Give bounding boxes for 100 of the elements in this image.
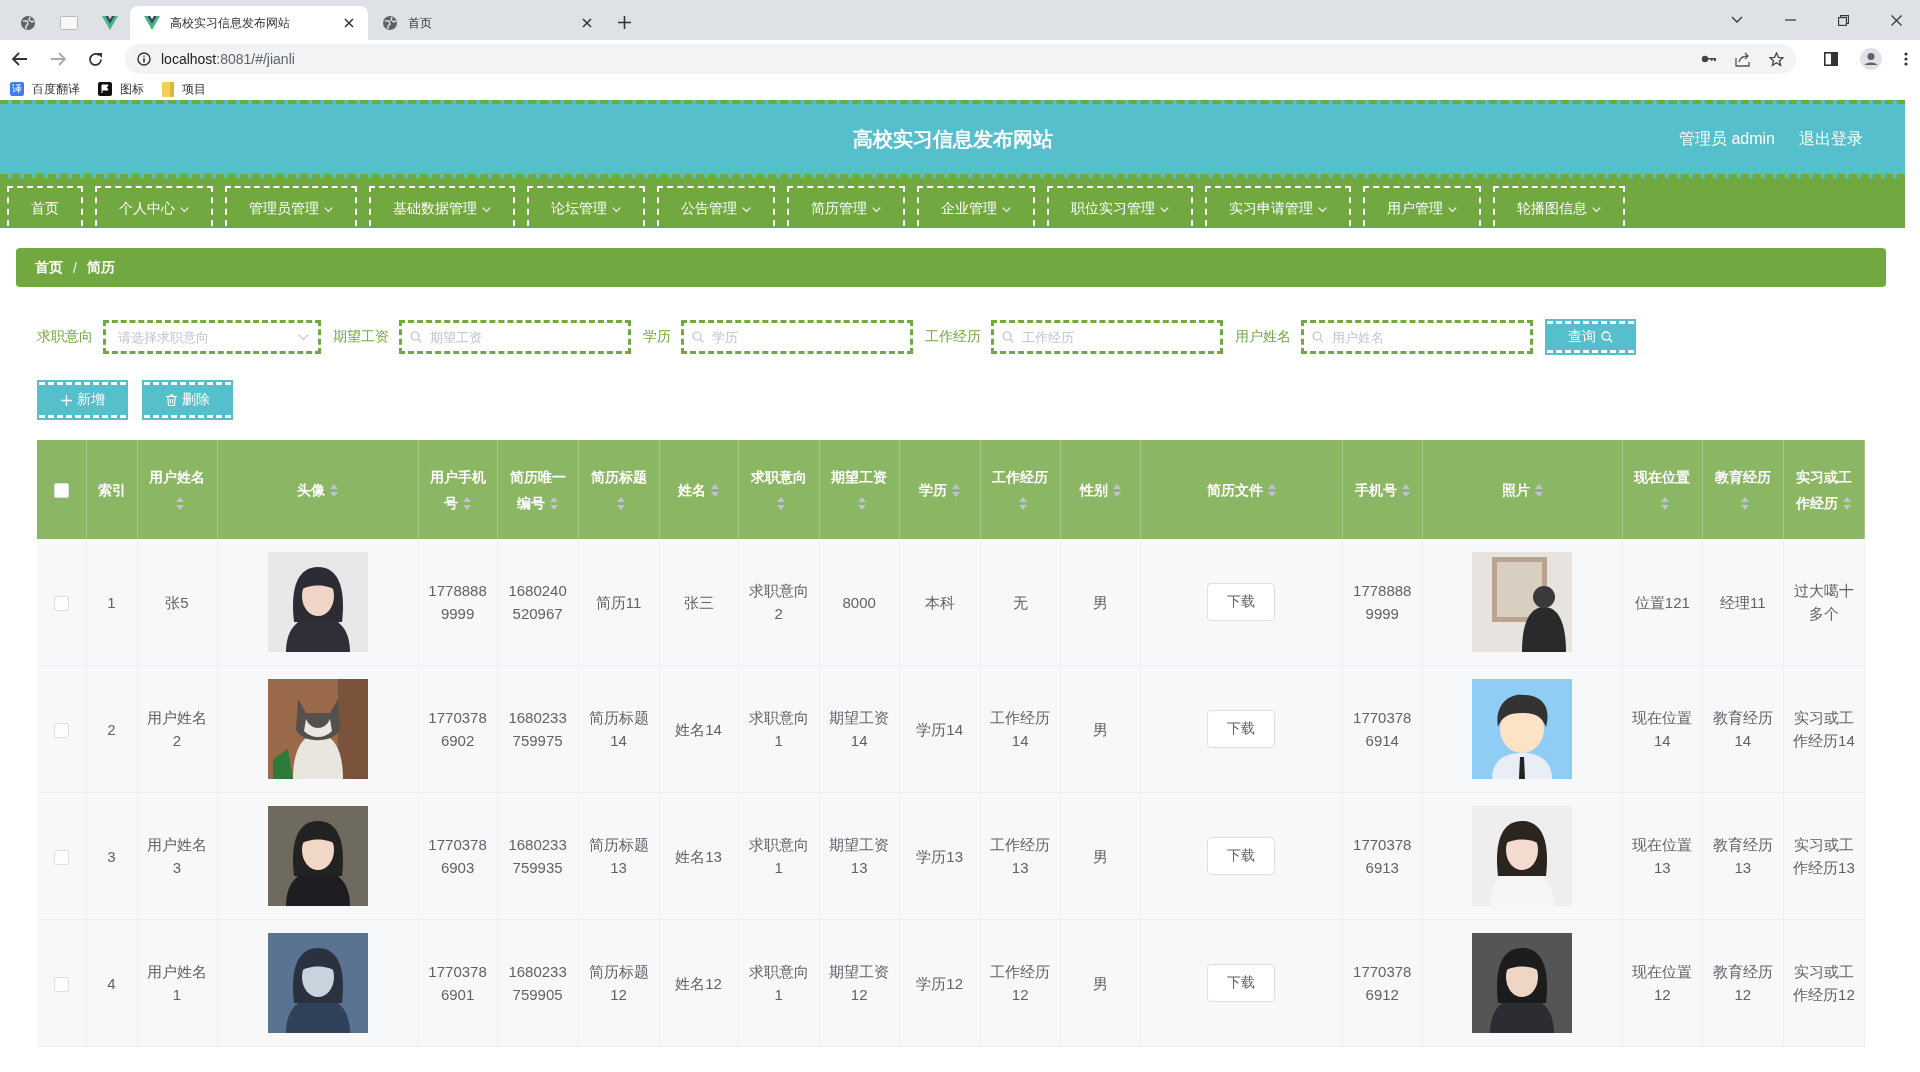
plus-icon[interactable] [618, 16, 631, 29]
key-icon[interactable] [1701, 54, 1717, 64]
nav-menu-item[interactable]: 简历管理 [787, 186, 905, 226]
sort-icon[interactable] [550, 497, 559, 511]
download-button[interactable]: 下载 [1207, 710, 1276, 748]
column-header[interactable]: 索引 [94, 476, 129, 503]
checkbox[interactable] [53, 850, 69, 866]
search-field[interactable]: 期望工资 [399, 320, 631, 354]
folder-icon [162, 81, 174, 97]
sort-icon[interactable] [1267, 484, 1276, 498]
sort-icon[interactable] [711, 484, 720, 498]
nav-menu-item[interactable]: 基础数据管理 [369, 186, 515, 226]
table-cell: 男 [1092, 720, 1108, 738]
nav-menu-item[interactable]: 首页 [7, 186, 83, 226]
table-cell: 简历标题12 [588, 963, 649, 1003]
sort-icon[interactable] [463, 497, 472, 511]
url-text: localhost:8081/#/jianli [161, 51, 295, 67]
sort-icon[interactable] [330, 484, 339, 498]
table-cell: 现在位置13 [1632, 836, 1693, 876]
search-button[interactable]: 查询 [1547, 321, 1634, 353]
close-icon[interactable] [582, 18, 592, 28]
checkbox[interactable] [53, 723, 69, 739]
sort-icon[interactable] [1843, 497, 1852, 511]
table-cell: 17703786901 [428, 963, 487, 1003]
table-cell: 工作经历13 [990, 836, 1051, 876]
browser-tab[interactable]: 首页 [368, 6, 606, 40]
nav-menu-item[interactable]: 职位实习管理 [1047, 186, 1193, 226]
nav-menu-item[interactable]: 实习申请管理 [1205, 186, 1351, 226]
browser-tab[interactable]: 高校实习信息发布网站 [130, 6, 368, 40]
star-icon[interactable] [1769, 51, 1784, 67]
bookmark[interactable]: 译 百度翻译 [10, 80, 80, 98]
reload-icon[interactable] [88, 51, 103, 67]
sort-icon[interactable] [1741, 497, 1750, 511]
search-icon [410, 331, 422, 343]
search-icon [1312, 331, 1324, 343]
close-icon[interactable] [344, 18, 354, 28]
bookmark[interactable]: 图标 [98, 80, 144, 98]
table-cell: 求职意向1 [748, 963, 809, 1003]
address-bar[interactable]: localhost:8081/#/jianli [125, 44, 1796, 74]
nav-menu-item[interactable]: 管理员管理 [225, 186, 357, 226]
share-icon[interactable] [1735, 51, 1751, 67]
nav-menu-item[interactable]: 论坛管理 [527, 186, 645, 226]
nav-menu-item[interactable]: 用户管理 [1363, 186, 1481, 226]
table-cell: 用户姓名2 [147, 709, 207, 749]
sort-icon[interactable] [1018, 497, 1027, 511]
sort-icon[interactable] [857, 497, 866, 511]
sort-icon[interactable] [777, 497, 786, 511]
download-button[interactable]: 下载 [1207, 964, 1276, 1002]
table-cell: 男 [1092, 593, 1108, 611]
search-icon [692, 331, 704, 343]
flag-icon [98, 82, 112, 96]
table-cell: 求职意向1 [748, 836, 809, 876]
breadcrumb-item[interactable]: 首页 [35, 258, 63, 277]
restore-icon[interactable] [1838, 14, 1849, 26]
bookmark[interactable]: 项目 [162, 80, 206, 98]
sort-icon[interactable] [617, 497, 626, 511]
search-field[interactable]: 学历 [681, 320, 913, 354]
download-button[interactable]: 下载 [1207, 583, 1276, 621]
forward-icon[interactable] [50, 52, 66, 66]
select-field[interactable]: 请选择求职意向 [103, 320, 321, 354]
search-icon [1002, 331, 1014, 343]
table-cell: 1680240520967 [508, 582, 567, 622]
sidebar-icon[interactable] [1824, 52, 1838, 66]
checkbox[interactable] [53, 482, 69, 498]
sort-icon[interactable] [1660, 497, 1669, 511]
table-cell: 2 [107, 720, 116, 738]
table-cell: 17788889999 [428, 582, 487, 622]
table-cell: 1 [107, 593, 116, 611]
table-cell: 教育经历12 [1712, 963, 1773, 1003]
nav-menu-item[interactable]: 个人中心 [95, 186, 213, 226]
table-cell: 17788889999 [1353, 582, 1412, 622]
checkbox[interactable] [53, 596, 69, 612]
sort-icon[interactable] [1534, 484, 1543, 498]
add-button[interactable]: 新增 [39, 382, 126, 418]
menu-icon[interactable] [1904, 52, 1908, 66]
download-button[interactable]: 下载 [1207, 837, 1276, 875]
sort-icon[interactable] [1112, 484, 1121, 498]
delete-button[interactable]: 删除 [144, 382, 231, 418]
minimize-icon[interactable] [1785, 19, 1796, 21]
sort-icon[interactable] [952, 484, 961, 498]
page-icon [60, 16, 78, 30]
sort-icon[interactable] [1401, 484, 1410, 498]
user-label: 管理员 admin [1678, 128, 1775, 149]
profile-icon[interactable] [1860, 48, 1882, 70]
nav-menu-item[interactable]: 公告管理 [657, 186, 775, 226]
logout-link[interactable]: 退出登录 [1799, 128, 1863, 150]
close-icon[interactable] [1891, 14, 1902, 26]
table-cell: 4 [107, 974, 116, 992]
nav-menu-item[interactable]: 轮播图信息 [1493, 186, 1625, 226]
sort-icon[interactable] [175, 497, 184, 511]
chevron-down-icon[interactable] [1731, 16, 1743, 24]
trash-icon [165, 394, 177, 406]
table-cell: 位置121 [1634, 593, 1690, 611]
search-field[interactable]: 工作经历 [991, 320, 1223, 354]
back-icon[interactable] [12, 52, 28, 66]
table-cell: 姓名13 [675, 847, 722, 865]
filter-label: 期望工资 [333, 328, 389, 346]
nav-menu-item[interactable]: 企业管理 [917, 186, 1035, 226]
search-field[interactable]: 用户姓名 [1301, 320, 1533, 354]
checkbox[interactable] [53, 977, 69, 993]
